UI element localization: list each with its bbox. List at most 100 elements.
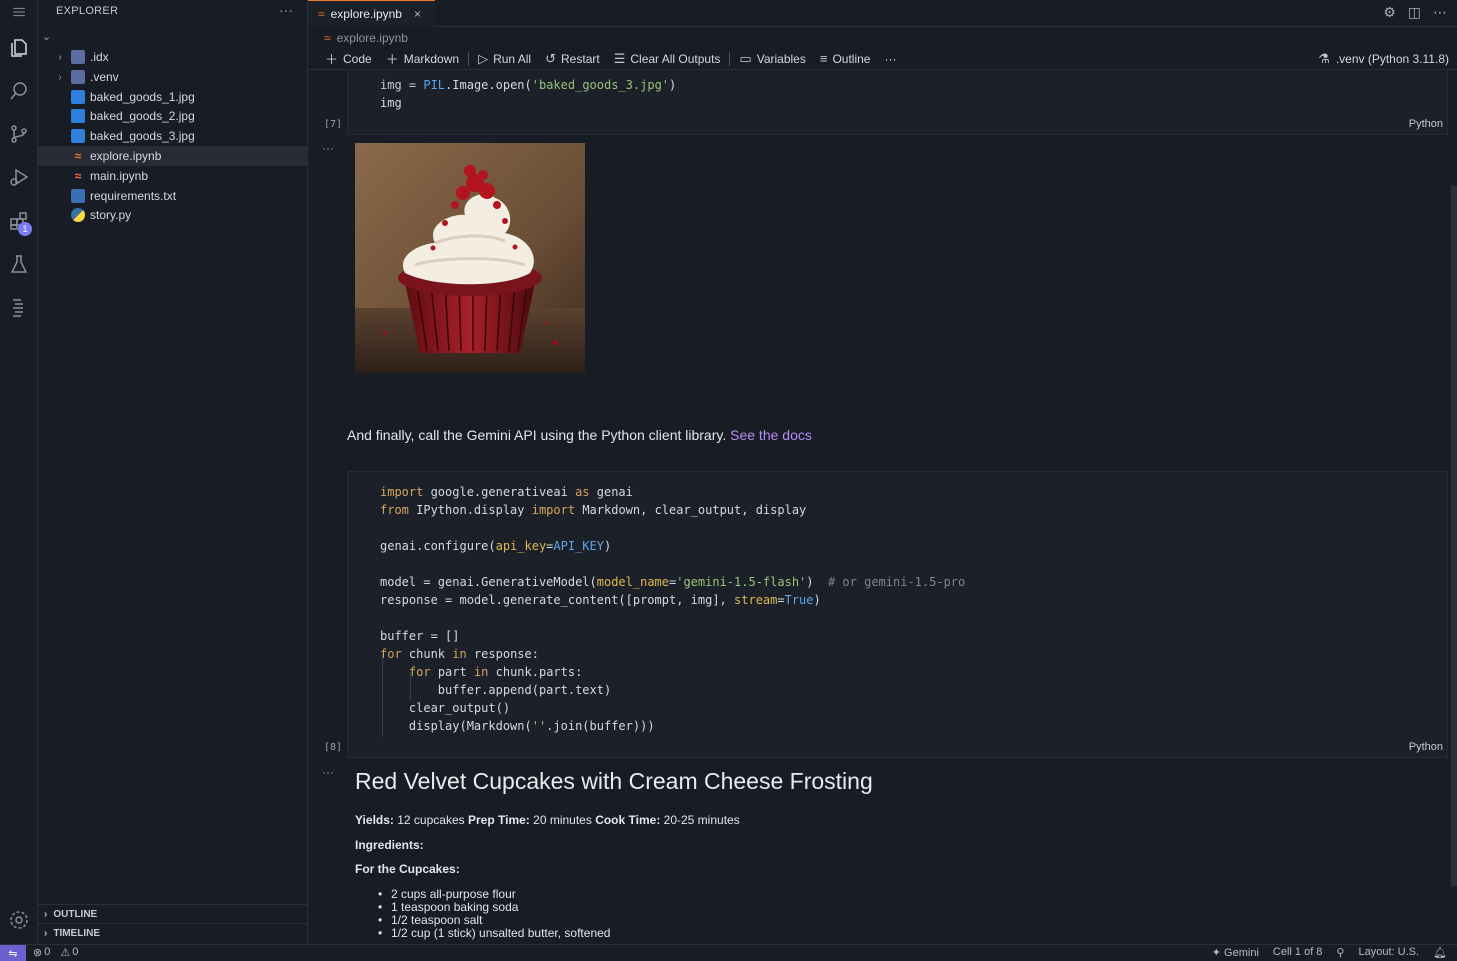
chevron-right-icon: › (44, 908, 48, 920)
explorer-more-icon[interactable]: ··· (279, 2, 293, 18)
accounts-icon[interactable]: ⚲ (1336, 946, 1344, 959)
status-right: ✦ Gemini Cell 1 of 8 ⚲ Layout: U.S. 🔔︎ (1212, 946, 1447, 959)
restart-icon: ↺ (545, 50, 557, 66)
tree-item-label: .venv (90, 70, 119, 84)
tree-item-idx[interactable]: › .idx (38, 47, 307, 67)
run-all-label: Run All (493, 51, 532, 66)
more-actions-icon[interactable]: ⋯ (1433, 4, 1447, 21)
chevron-right-icon: › (44, 927, 48, 939)
restart-label: Restart (561, 51, 600, 66)
ingredients-list: 2 cups all-purpose flour 1 teaspoon baki… (355, 888, 610, 941)
for-cupcakes-label: For the Cupcakes: (355, 862, 460, 876)
explorer-icon[interactable] (0, 30, 38, 66)
run-icon: ▷ (478, 50, 489, 66)
chevron-right-icon: › (58, 71, 62, 83)
outline-section-label: OUTLINE (53, 908, 98, 920)
search-icon[interactable] (0, 73, 38, 109)
chevron-down-icon[interactable]: ⌄ (42, 30, 62, 46)
editor-actions: ⚙ ◫ ⋯ (1383, 4, 1447, 21)
cell-language[interactable]: Python (1409, 118, 1443, 130)
execution-count: [8] (324, 742, 343, 753)
jupyter-notebook-icon: ≈ (74, 169, 82, 183)
keyboard-layout[interactable]: Layout: U.S. (1358, 946, 1419, 959)
toolbar-more-button[interactable]: ··· (877, 52, 903, 66)
tree-item-label: baked_goods_2.jpg (90, 109, 195, 123)
cell-language[interactable]: Python (1409, 741, 1443, 753)
variables-button[interactable]: ▭ Variables (732, 51, 812, 67)
settings-gear-icon[interactable]: ⚙ (1383, 4, 1396, 21)
tree-item-label: requirements.txt (90, 189, 177, 203)
ingredients-heading: Ingredients: (355, 838, 424, 852)
code-cell-7-source[interactable]: img = PIL.Image.open('baked_goods_3.jpg'… (380, 76, 676, 112)
kernel-flask-icon: ⚗ (1318, 51, 1330, 66)
outline-button[interactable]: ≡ Outline (813, 51, 878, 66)
status-bar: ⇋ ⊗ 0 ⚠ 0 ✦ Gemini Cell 1 of 8 ⚲ Layout:… (0, 944, 1457, 961)
see-the-docs-link[interactable]: See the docs (730, 427, 812, 443)
output-more-icon[interactable]: ··· (322, 141, 334, 155)
breadcrumb: ≈ explore.ipynb (308, 28, 1457, 48)
notifications-bell-icon[interactable]: 🔔︎ (1433, 946, 1447, 959)
tree-item-baked-goods-3[interactable]: baked_goods_3.jpg (38, 126, 307, 146)
cook-label: Cook Time: (595, 813, 661, 827)
run-debug-icon[interactable] (0, 159, 38, 195)
testing-flask-icon[interactable] (0, 246, 38, 282)
cook-value: 20-25 minutes (663, 813, 740, 827)
run-all-button[interactable]: ▷ Run All (471, 51, 538, 67)
add-markdown-button[interactable]: ＋ Markdown (379, 49, 466, 68)
close-icon[interactable]: × (414, 7, 421, 21)
output-meta-line: Yields: 12 cupcakes Prep Time: 20 minute… (355, 813, 740, 827)
activity-bar: 1 (0, 0, 38, 944)
menu-icon[interactable] (0, 0, 38, 24)
yields-value: 12 cupcakes (397, 813, 465, 827)
tree-item-story-py[interactable]: story.py (38, 205, 307, 225)
problems-indicator[interactable]: ⊗ 0 ⚠ 0 (33, 946, 78, 959)
timeline-section-label: TIMELINE (53, 927, 101, 939)
tree-item-venv[interactable]: › .venv (38, 67, 307, 87)
jupyter-notebook-icon: ≈ (324, 31, 331, 45)
notebook-toolbar: ＋ Code ＋ Markdown ▷ Run All ↺ Restart ☰ … (308, 48, 1457, 70)
code-cell-8-source[interactable]: import google.generativeai as genai from… (380, 483, 965, 735)
cell-position[interactable]: Cell 1 of 8 (1273, 946, 1323, 959)
variables-label: Variables (756, 51, 806, 66)
toolbar-more-label: ··· (884, 51, 897, 66)
tree-item-label: .idx (90, 50, 109, 64)
tree-item-label: baked_goods_1.jpg (90, 90, 195, 104)
plus-icon: ＋ (325, 52, 339, 67)
outline-list-icon[interactable] (0, 289, 38, 325)
editor-tab-bar: ≈ explore.ipynb × ⚙ ◫ ⋯ (308, 0, 1457, 27)
restart-button[interactable]: ↺ Restart (538, 51, 607, 67)
markdown-cell[interactable]: And finally, call the Gemini API using t… (347, 427, 812, 443)
timeline-section[interactable]: › TIMELINE (38, 923, 307, 942)
tree-item-label: baked_goods_3.jpg (90, 129, 195, 143)
tree-item-explore-ipynb[interactable]: ≈ explore.ipynb (38, 146, 307, 166)
tree-item-baked-goods-1[interactable]: baked_goods_1.jpg (38, 87, 307, 107)
remote-indicator-icon[interactable]: ⇋ (0, 945, 26, 961)
outline-section[interactable]: › OUTLINE (38, 904, 307, 923)
prep-value: 20 minutes (533, 813, 592, 827)
tree-item-main-ipynb[interactable]: ≈ main.ipynb (38, 166, 307, 186)
kernel-picker[interactable]: ⚗ .venv (Python 3.11.8) (1318, 51, 1449, 67)
tab-explore-ipynb[interactable]: ≈ explore.ipynb × (308, 0, 435, 27)
breadcrumb-file[interactable]: explore.ipynb (337, 31, 408, 45)
gemini-status[interactable]: ✦ Gemini (1212, 946, 1259, 959)
jupyter-notebook-icon: ≈ (74, 149, 82, 163)
image-file-icon (71, 109, 85, 123)
add-code-button[interactable]: ＋ Code (318, 49, 379, 68)
source-control-icon[interactable] (0, 116, 38, 152)
settings-gear-icon[interactable] (0, 902, 38, 938)
extensions-icon[interactable]: 1 (0, 203, 38, 239)
clear-outputs-icon: ☰ (613, 50, 626, 66)
warning-icon: ⚠ (60, 947, 71, 959)
for-cupcakes-heading: For the Cupcakes: (355, 862, 460, 876)
tree-item-label: story.py (90, 208, 132, 222)
clear-all-outputs-button[interactable]: ☰ Clear All Outputs (607, 51, 728, 67)
tree-item-requirements[interactable]: requirements.txt (38, 186, 307, 206)
output-more-icon[interactable]: ··· (322, 765, 334, 779)
extensions-badge: 1 (18, 222, 32, 236)
image-file-icon (71, 129, 85, 143)
tree-item-baked-goods-2[interactable]: baked_goods_2.jpg (38, 106, 307, 126)
ingredients-label: Ingredients: (355, 838, 424, 852)
vertical-scrollbar[interactable] (1451, 186, 1457, 886)
python-file-icon (71, 208, 85, 222)
split-editor-icon[interactable]: ◫ (1408, 4, 1421, 21)
